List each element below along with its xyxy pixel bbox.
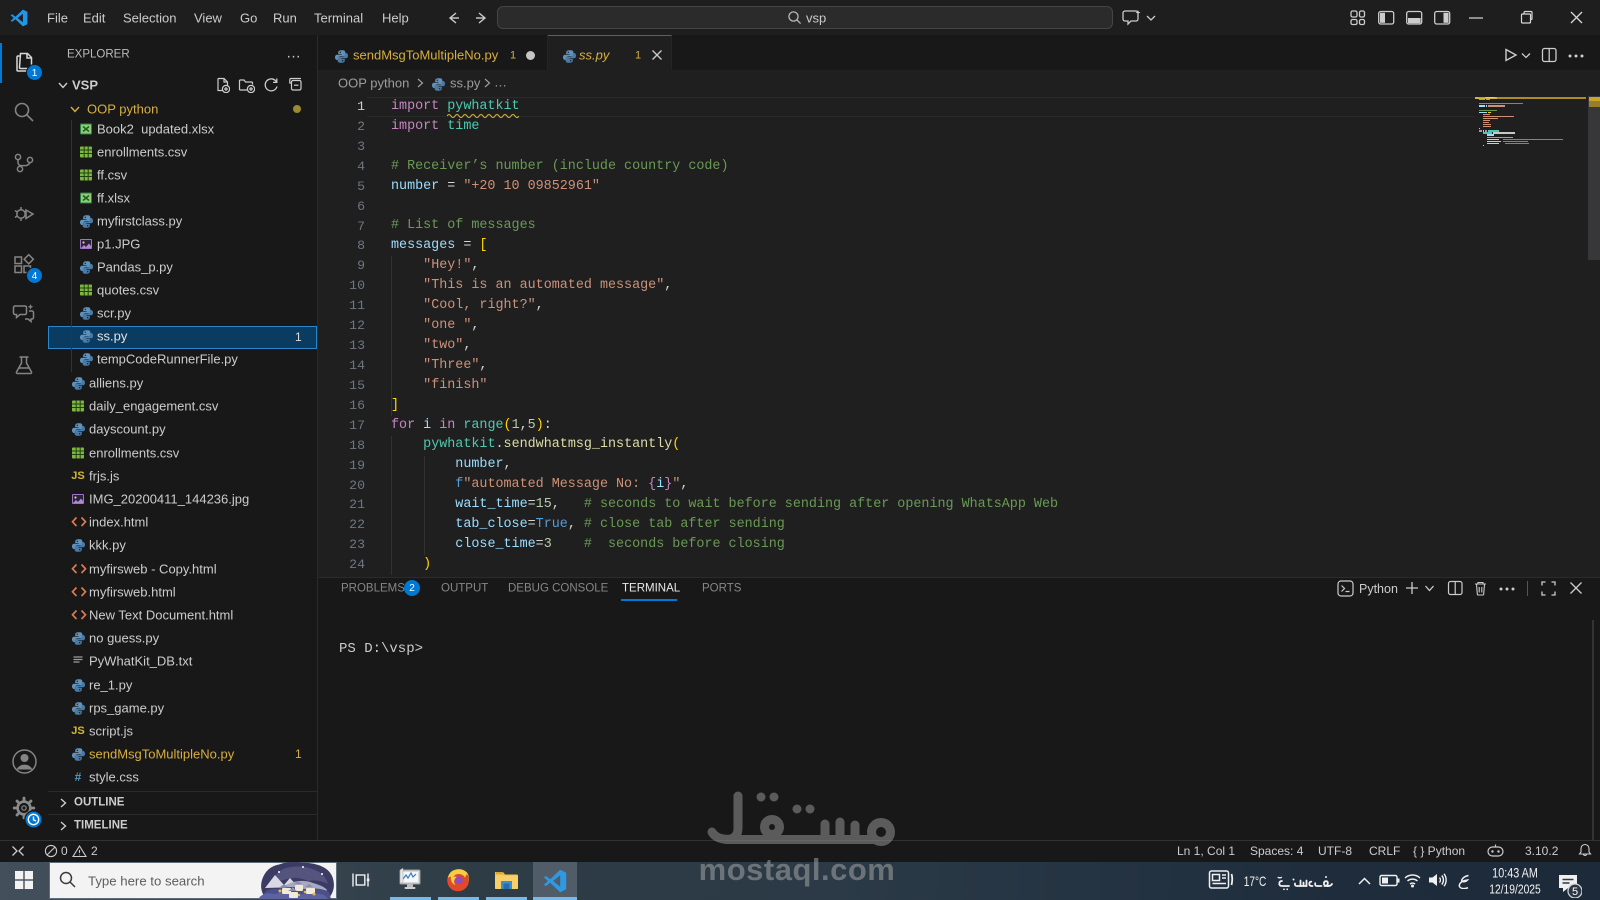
svg-text:4: 4 — [32, 271, 38, 282]
svg-text:5: 5 — [1572, 886, 1578, 898]
svg-text:1: 1 — [32, 68, 38, 79]
